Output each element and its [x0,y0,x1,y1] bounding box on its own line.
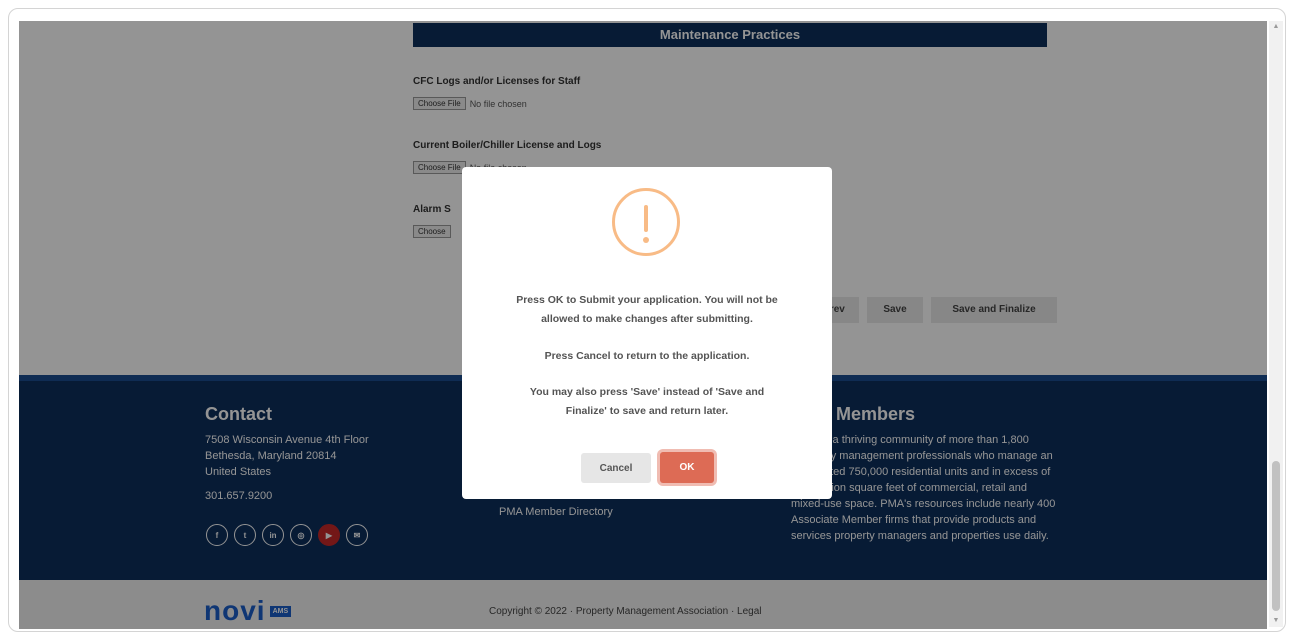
scroll-down-icon[interactable]: ▼ [1272,617,1280,625]
vertical-scrollbar[interactable]: ▲ ▼ [1269,21,1283,627]
page-viewport: Maintenance Practices CFC Logs and/or Li… [19,21,1267,629]
warning-icon [612,188,680,256]
dialog-message-line: allowed to make changes after submitting… [541,313,753,325]
ok-button[interactable]: OK [660,452,714,483]
confirm-dialog: Press OK to Submit your application. You… [462,167,832,499]
scrollbar-thumb[interactable] [1272,461,1280,611]
dialog-message-line: You may also press 'Save' instead of 'Sa… [529,386,765,398]
dialog-message-line: Press OK to Submit your application. You… [516,294,778,306]
dialog-message-line: Press Cancel to return to the applicatio… [544,350,750,362]
scroll-up-icon[interactable]: ▲ [1272,23,1280,31]
dialog-message-line: Finalize' to save and return later. [565,405,729,417]
browser-window: Maintenance Practices CFC Logs and/or Li… [8,8,1286,632]
cancel-button[interactable]: Cancel [581,453,651,483]
